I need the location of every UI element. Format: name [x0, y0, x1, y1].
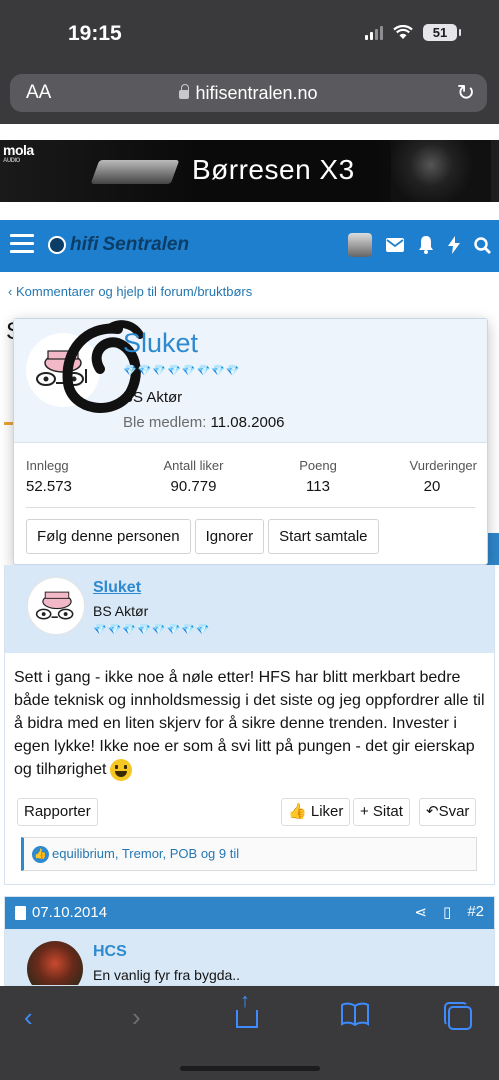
member-stats: Innlegg 52.573 Antall liker 90.779 Poeng 11…	[26, 458, 477, 498]
bolt-icon[interactable]	[448, 236, 460, 254]
gem-icon: 💎	[167, 365, 181, 377]
address-bar[interactable]: AA hifisentralen.no ↻	[10, 74, 487, 112]
bell-icon[interactable]	[418, 236, 434, 254]
home-indicator	[180, 1066, 320, 1071]
popover-user-title: BS Aktør	[123, 389, 183, 406]
report-button[interactable]: Rapporter	[17, 798, 98, 826]
gem-icon: 💎	[93, 624, 107, 636]
gem-icon: 💎	[211, 365, 225, 377]
logo-disc-icon	[48, 236, 66, 254]
lock-icon	[179, 84, 190, 99]
tabs-icon[interactable]	[444, 1002, 472, 1030]
url-text: hifisentralen.no	[195, 83, 318, 103]
popover-header: Sluket 💎 💎 💎 💎 💎 💎 💎 💎 BS Aktør Ble medlem: 11.…	[14, 319, 487, 443]
site-header: hifi Sentralen	[0, 220, 499, 272]
post-user-info: Sluket BS Aktør 💎 💎 💎 💎 💎 💎 💎 💎	[5, 565, 494, 653]
post-header-tools: ⋖ ▯ #2	[414, 903, 484, 921]
bookmark-icon[interactable]: ▯	[443, 903, 451, 921]
post-username[interactable]: Sluket	[93, 579, 141, 597]
back-icon[interactable]: ‹	[24, 1002, 33, 1033]
site-logo[interactable]: hifi Sentralen	[48, 234, 189, 256]
gem-icon: 💎	[152, 365, 167, 377]
breadcrumb-link[interactable]: Kommentarer og hjelp til forum/bruktbørs	[16, 284, 252, 299]
stat-ratings: Vurderinger 20	[409, 458, 477, 495]
url-display[interactable]: hifisentralen.no	[10, 83, 487, 104]
grinning-emoji-icon	[109, 758, 132, 781]
banner-ad[interactable]: mola AUDIO Børresen X3	[0, 124, 499, 220]
breadcrumb[interactable]: ‹ Kommentarer og hjelp til forum/bruktbø…	[8, 284, 252, 299]
start-conversation-button[interactable]: Start samtale	[268, 519, 379, 554]
quote-button[interactable]: + Sitat	[353, 798, 410, 826]
inbox-icon[interactable]	[386, 238, 404, 252]
stat-posts: Innlegg 52.573	[26, 458, 72, 495]
gem-icon: 💎	[225, 365, 240, 377]
rank-gems: 💎 💎 💎 💎 💎 💎 💎 💎	[123, 364, 240, 377]
post: 07.10.2014 ⋖ ▯ #2 HCS En vanlig fyr fra …	[4, 896, 495, 986]
wifi-icon	[393, 25, 413, 39]
document-icon	[15, 905, 26, 920]
cellular-signal-icon	[365, 25, 383, 40]
reactions-bar[interactable]: 👍 equilibrium, Tremor, POB og 9 til	[21, 837, 477, 871]
share-icon[interactable]	[236, 990, 258, 1028]
thumbs-up-icon: 👍	[288, 803, 307, 820]
chevron-left-icon: ‹	[8, 284, 13, 299]
post-avatar[interactable]	[27, 577, 85, 635]
follow-button[interactable]: Følg denne personen	[26, 519, 191, 554]
browser-address-area: AA hifisentralen.no ↻	[0, 68, 499, 124]
banner-image: mola AUDIO Børresen X3	[0, 140, 499, 202]
post: Sluket BS Aktør 💎 💎 💎 💎 💎 💎 💎 💎 Sett i gang - i…	[4, 565, 495, 885]
search-icon[interactable]	[474, 236, 491, 254]
reply-arrow-icon: ↶	[426, 803, 439, 820]
post-user-title: BS Aktør	[93, 603, 149, 619]
gem-icon: 💎	[196, 365, 211, 377]
gem-icon: 💎	[166, 624, 181, 636]
banner-title: Børresen X3	[192, 154, 355, 185]
forward-icon[interactable]: ›	[132, 1002, 141, 1033]
gem-icon: 💎	[151, 624, 166, 636]
popover-joined: Ble medlem: 11.08.2006	[123, 414, 285, 431]
gem-icon: 💎	[123, 365, 137, 377]
post-username[interactable]: HCS	[93, 943, 127, 961]
bookmarks-icon[interactable]	[340, 1002, 370, 1033]
ignore-button[interactable]: Ignorer	[194, 519, 265, 554]
post-user-title: En vanlig fyr fra bygda..	[93, 967, 241, 983]
like-button[interactable]: 👍 Liker	[281, 798, 351, 826]
like-reaction-icon: 👍	[32, 846, 49, 864]
reactions-text[interactable]: equilibrium, Tremor, POB og 9 til	[52, 846, 239, 861]
post-actions: Rapporter 👍 Liker + Sitat ↶Svar	[17, 798, 480, 826]
post-avatar[interactable]	[27, 941, 83, 985]
gem-icon: 💎	[195, 624, 210, 636]
gem-icon: 💎	[181, 624, 195, 636]
member-tooltip-popover: Sluket 💎 💎 💎 💎 💎 💎 💎 💎 BS Aktør Ble medlem: 11.…	[13, 318, 488, 565]
banner-speaker-image	[391, 140, 491, 202]
gem-icon: 💎	[181, 365, 196, 377]
gem-icon: 💎	[107, 624, 122, 636]
battery-icon: 51	[423, 24, 461, 41]
reload-icon[interactable]: ↻	[457, 80, 475, 106]
post-header: 07.10.2014 ⋖ ▯ #2	[5, 897, 494, 929]
user-avatar-icon[interactable]	[348, 233, 372, 257]
popover-divider	[26, 507, 475, 508]
stat-points: Poeng 113	[299, 458, 337, 495]
gem-icon: 💎	[137, 624, 151, 636]
popover-username[interactable]: Sluket	[123, 328, 198, 359]
status-icons: 51	[365, 24, 461, 41]
stat-likes: Antall liker 90.779	[163, 458, 224, 495]
post-number[interactable]: #2	[467, 903, 484, 921]
share-icon[interactable]: ⋖	[414, 903, 427, 921]
popover-actions: Følg denne personen Ignorer Start samtal…	[26, 519, 379, 554]
gem-icon: 💎	[137, 365, 152, 377]
status-time: 19:15	[68, 22, 122, 45]
hamburger-menu-icon[interactable]	[10, 234, 34, 254]
gem-icon: 💎	[122, 624, 137, 636]
status-bar: 19:15 51	[0, 0, 499, 68]
rank-gems: 💎 💎 💎 💎 💎 💎 💎 💎	[93, 623, 210, 636]
post-date[interactable]: 07.10.2014	[15, 904, 107, 921]
reply-button[interactable]: ↶Svar	[419, 798, 477, 826]
banner-brand-logo: mola AUDIO	[3, 142, 34, 164]
post-user-info: HCS En vanlig fyr fra bygda..	[5, 929, 494, 985]
post-body: Sett i gang - ikke noe å nøle etter! HFS…	[14, 666, 488, 781]
header-icons	[348, 233, 491, 257]
banner-product-image	[90, 160, 180, 184]
